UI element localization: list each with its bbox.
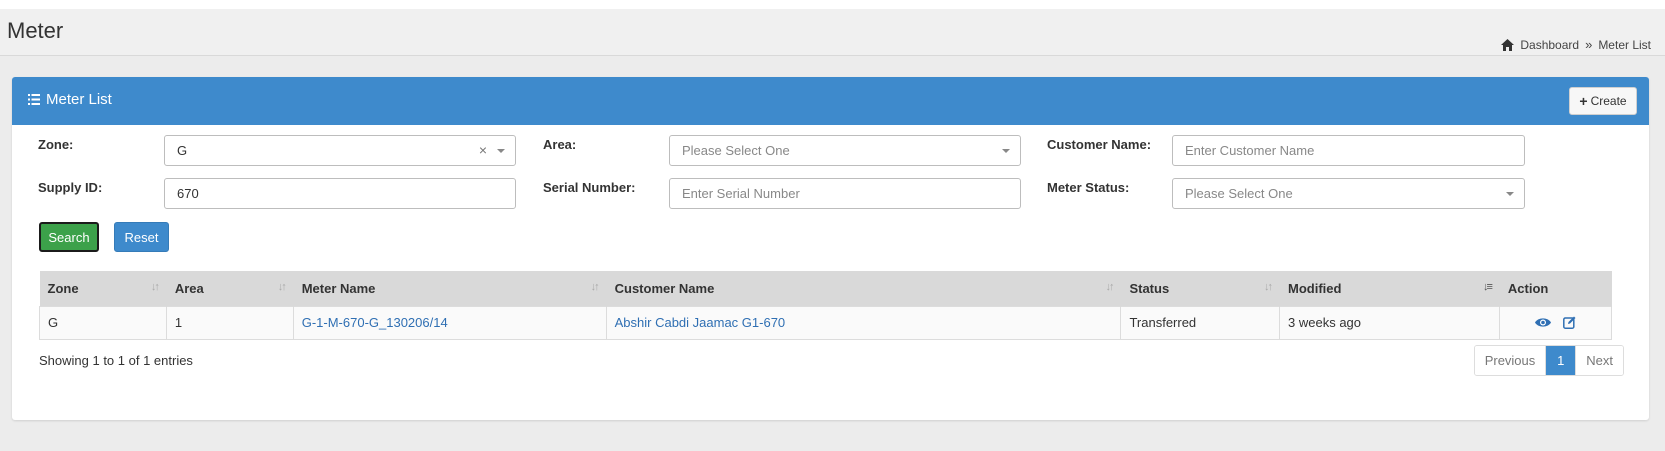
area-label: Area:	[543, 137, 577, 152]
table-row: G 1 G-1-M-670-G_130206/14 Abshir Cabdi J…	[39, 305, 1613, 340]
supply-id-input[interactable]	[164, 178, 516, 209]
serial-number-input[interactable]	[669, 178, 1021, 209]
cell-meter-name: G-1-M-670-G_130206/14	[292, 305, 607, 340]
column-header-modified[interactable]: Modified ↓≡	[1279, 271, 1500, 306]
cell-status: Transferred	[1120, 305, 1281, 340]
breadcrumb: Dashboard » Meter List	[1501, 37, 1651, 52]
zone-label: Zone:	[38, 137, 74, 152]
zone-select-value: G	[177, 143, 188, 158]
column-header-label: Modified	[1288, 280, 1342, 296]
cell-zone: G	[39, 305, 167, 340]
sort-icon: ↓↑	[1264, 281, 1273, 293]
box-title: Meter List	[28, 91, 112, 108]
clear-icon[interactable]: ×	[479, 142, 487, 158]
breadcrumb-separator: »	[1585, 37, 1593, 52]
cell-customer-name: Abshir Cabdi Jaamac G1-670	[605, 305, 1122, 340]
cell-action	[1498, 305, 1613, 340]
area-select[interactable]: Please Select One	[669, 135, 1021, 166]
meter-status-placeholder: Please Select One	[1185, 186, 1293, 201]
zone-select[interactable]: G ×	[164, 135, 516, 166]
customer-name-label: Customer Name:	[1047, 137, 1152, 152]
area-select-placeholder: Please Select One	[682, 143, 790, 158]
chevron-down-icon	[497, 149, 505, 153]
page-title: Meter	[7, 18, 64, 43]
box-title-text: Meter List	[46, 91, 112, 108]
meter-list-box: Meter List + Create Zone: G × Area: Plea…	[12, 77, 1649, 420]
table-header-row: Zone ↓↑ Area ↓↑ Meter Name ↓↑ Customer N…	[39, 271, 1613, 306]
content-header: Meter Dashboard » Meter List	[0, 9, 1665, 56]
meter-status-label: Meter Status:	[1047, 180, 1130, 195]
plus-icon: +	[1579, 93, 1588, 109]
column-header-label: Area	[174, 280, 204, 296]
create-button[interactable]: + Create	[1569, 87, 1637, 115]
pagination-next[interactable]: Next	[1575, 346, 1623, 375]
sort-icon: ↓↑	[277, 281, 287, 293]
meter-table: Zone ↓↑ Area ↓↑ Meter Name ↓↑ Customer N…	[39, 271, 1613, 340]
sort-icon: ↓↑	[590, 281, 600, 293]
column-header-meter-name[interactable]: Meter Name ↓↑	[293, 271, 607, 306]
column-header-label: Action	[1507, 280, 1549, 296]
customer-name-input[interactable]	[1172, 135, 1525, 166]
list-icon	[28, 94, 40, 105]
cell-modified: 3 weeks ago	[1279, 305, 1500, 340]
column-header-customer-name[interactable]: Customer Name ↓↑	[606, 271, 1122, 306]
pagination-page-1[interactable]: 1	[1545, 346, 1576, 375]
column-header-zone[interactable]: Zone ↓↑	[39, 271, 167, 306]
customer-name-link[interactable]: Abshir Cabdi Jaamac G1-670	[615, 315, 786, 330]
entries-info: Showing 1 to 1 of 1 entries	[39, 353, 193, 368]
meter-status-select[interactable]: Please Select One	[1172, 178, 1525, 209]
reset-button[interactable]: Reset	[114, 222, 169, 252]
breadcrumb-current: Meter List	[1598, 37, 1651, 52]
chevron-down-icon	[1506, 192, 1514, 196]
pagination-previous[interactable]: Previous	[1474, 346, 1546, 375]
eye-icon[interactable]	[1534, 317, 1551, 328]
column-header-label: Zone	[47, 280, 79, 296]
sort-icon: ↓↑	[1105, 281, 1114, 293]
column-header-label: Meter Name	[301, 280, 376, 296]
home-icon	[1501, 38, 1515, 51]
create-button-label: Create	[1590, 94, 1627, 108]
box-header: Meter List + Create	[12, 77, 1649, 125]
sort-desc-icon: ↓≡	[1482, 281, 1493, 293]
column-header-label: Customer Name	[614, 280, 715, 296]
sort-icon: ↓↑	[150, 281, 160, 293]
supply-id-label: Supply ID:	[38, 180, 103, 195]
breadcrumb-dashboard[interactable]: Dashboard	[1520, 38, 1579, 52]
meter-name-link[interactable]: G-1-M-670-G_130206/14	[302, 315, 448, 330]
top-strip	[0, 0, 1665, 9]
pagination: Previous 1 Next	[1473, 345, 1624, 376]
search-button[interactable]: Search	[39, 222, 99, 252]
column-header-status[interactable]: Status ↓↑	[1120, 271, 1281, 306]
serial-number-label: Serial Number:	[543, 180, 636, 195]
chevron-down-icon	[1002, 149, 1010, 153]
cell-area: 1	[165, 305, 294, 340]
column-header-action: Action	[1499, 271, 1613, 306]
column-header-label: Status	[1129, 280, 1170, 296]
column-header-area[interactable]: Area ↓↑	[166, 271, 294, 306]
edit-icon[interactable]	[1562, 316, 1576, 329]
